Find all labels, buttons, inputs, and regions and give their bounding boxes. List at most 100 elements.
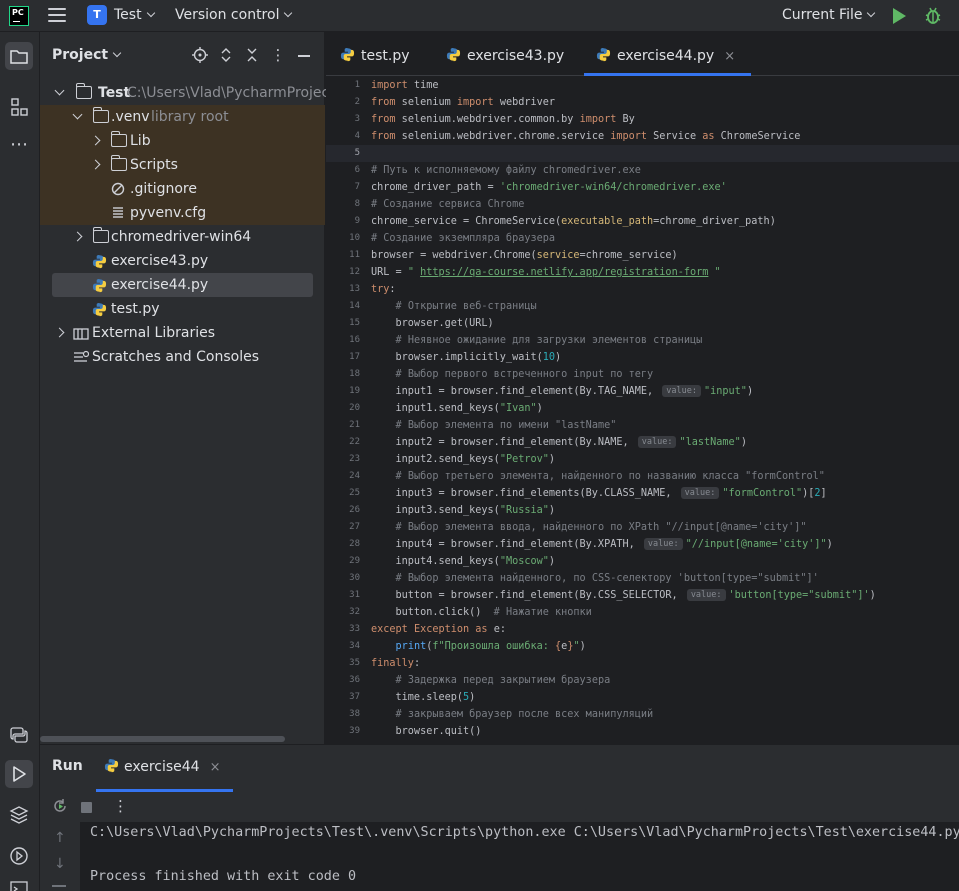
line-number: 30 xyxy=(349,573,360,583)
title-bar: PC T Test Version control Current File xyxy=(0,0,959,32)
library-icon xyxy=(73,328,89,340)
tree-item-label: chromedriver-win64 xyxy=(111,229,252,245)
left-tool-strip: ⋯ xyxy=(0,32,40,891)
chevron-down-icon[interactable] xyxy=(54,85,65,96)
code-line: input2.send_keys("Petrov") xyxy=(371,454,556,465)
run-config-selector[interactable]: Current File xyxy=(782,7,876,23)
line-number: 4 xyxy=(354,131,360,141)
close-icon[interactable]: × xyxy=(210,760,221,775)
project-horizontal-scrollbar[interactable] xyxy=(40,736,285,742)
tree-item-test-py[interactable]: test.py xyxy=(40,297,325,321)
tree-item-scripts[interactable]: Scripts xyxy=(40,153,325,177)
ignore-file-icon xyxy=(111,182,125,196)
line-number: 23 xyxy=(349,454,360,464)
line-number: 8 xyxy=(354,199,360,209)
console-line: C:\Users\Vlad\PycharmProjects\Test\.venv… xyxy=(90,825,959,840)
chevron-down-icon xyxy=(867,8,876,18)
tree-item-gitignore[interactable]: .gitignore xyxy=(40,177,325,201)
services-icon[interactable] xyxy=(8,845,30,867)
run-icon[interactable] xyxy=(893,8,906,24)
tree-item-pyvenv-cfg[interactable]: pyvenv.cfg xyxy=(40,201,325,225)
line-number: 7 xyxy=(354,182,360,192)
run-tab-exercise44[interactable]: exercise44 × xyxy=(96,758,232,792)
python-file-icon xyxy=(92,302,107,317)
line-number: 26 xyxy=(349,505,360,515)
main-menu-icon[interactable] xyxy=(48,8,66,24)
code-line: input4 = browser.find_element(By.XPATH, … xyxy=(371,538,833,550)
debug-icon[interactable] xyxy=(925,7,941,25)
rerun-icon[interactable] xyxy=(52,798,68,814)
tree-item-path: C:\Users\Vlad\PycharmProjects\ xyxy=(127,85,347,101)
line-number: 37 xyxy=(349,692,360,702)
code-line: chrome_service = ChromeService(executabl… xyxy=(371,216,776,227)
tab-label: exercise43.py xyxy=(467,48,565,64)
line-number: 9 xyxy=(354,216,360,226)
project-selector[interactable]: Test xyxy=(114,7,155,23)
chevron-right-icon[interactable] xyxy=(54,327,65,338)
tree-item-exercise43[interactable]: exercise43.py xyxy=(40,249,325,273)
python-file-icon xyxy=(596,47,611,62)
python-packages-icon[interactable] xyxy=(8,724,30,746)
expand-all-icon[interactable] xyxy=(218,47,234,63)
folder-icon xyxy=(75,83,92,99)
tab-exercise44[interactable]: exercise44.py × xyxy=(583,32,752,76)
tree-item-venv[interactable]: .venv library root xyxy=(40,105,325,129)
line-number: 35 xyxy=(349,658,360,668)
tree-item-label: External Libraries xyxy=(92,325,215,341)
line-number: 36 xyxy=(349,675,360,685)
chevron-right-icon[interactable] xyxy=(72,231,83,242)
chevron-down-icon[interactable] xyxy=(72,109,83,120)
code-line: browser.quit() xyxy=(371,726,482,737)
arrow-up-icon[interactable]: ↑ xyxy=(54,830,66,846)
line-number: 20 xyxy=(349,403,360,413)
run-tool-button[interactable] xyxy=(5,760,33,788)
project-panel-title[interactable]: Project xyxy=(52,47,122,63)
vcs-menu[interactable]: Version control xyxy=(175,7,293,23)
chevron-down-icon xyxy=(112,48,122,58)
line-number: 38 xyxy=(349,709,360,719)
chevron-right-icon[interactable] xyxy=(90,159,101,170)
line-number: 29 xyxy=(349,556,360,566)
code-line: # Путь к исполняемому файлу chromedriver… xyxy=(371,165,641,176)
code-line: # Выбор элемента по имени "lastName" xyxy=(395,420,617,431)
line-number: 10 xyxy=(349,233,360,243)
code-line: # Создание сервиса Chrome xyxy=(371,199,525,210)
options-icon[interactable]: ⋮ xyxy=(270,47,286,63)
layers-icon[interactable] xyxy=(8,804,30,826)
terminal-icon[interactable] xyxy=(8,878,30,891)
chevron-right-icon[interactable] xyxy=(90,135,101,146)
more-tools-icon[interactable]: ⋯ xyxy=(8,136,30,158)
line-number: 24 xyxy=(349,471,360,481)
code-line: input4.send_keys("Moscow") xyxy=(371,556,556,567)
code-editor[interactable]: 1 2 3 4 5 6 7 8 9 10 11 12 13 14 15 16 17 18 19 20 21 22 23 24 2… xyxy=(326,77,959,744)
code-line: # Неявное ожидание для загрузки элементо… xyxy=(395,335,703,346)
tree-item-exercise44[interactable]: exercise44.py xyxy=(52,273,313,297)
code-line: button = browser.find_element(By.CSS_SEL… xyxy=(371,589,876,601)
stop-icon[interactable] xyxy=(81,802,92,813)
soft-wrap-icon[interactable] xyxy=(52,885,66,887)
tree-item-external-libraries[interactable]: External Libraries xyxy=(40,321,325,345)
collapse-all-icon[interactable] xyxy=(244,47,260,63)
structure-icon[interactable] xyxy=(8,96,30,118)
arrow-down-icon[interactable]: ↓ xyxy=(54,856,66,872)
tree-item-chromedriver[interactable]: chromedriver-win64 xyxy=(40,225,325,249)
tab-test-py[interactable]: test.py xyxy=(340,32,410,76)
project-badge[interactable]: T xyxy=(87,5,107,25)
close-icon[interactable]: × xyxy=(724,49,735,64)
tree-item-label: Scratches and Consoles xyxy=(92,349,259,365)
tree-item-test-root[interactable]: Test C:\Users\Vlad\PycharmProjects\ xyxy=(40,81,347,105)
line-number: 18 xyxy=(349,369,360,379)
locate-icon[interactable] xyxy=(192,47,208,63)
tab-exercise43[interactable]: exercise43.py xyxy=(446,32,564,76)
console-output[interactable]: C:\Users\Vlad\PycharmProjects\Test\.venv… xyxy=(80,822,959,891)
line-number: 19 xyxy=(349,386,360,396)
options-icon[interactable]: ⋮ xyxy=(113,797,128,815)
hide-panel-icon[interactable] xyxy=(296,47,312,63)
tree-item-label: test.py xyxy=(111,301,160,317)
project-tool-button[interactable] xyxy=(5,42,33,70)
code-line: import time xyxy=(371,80,439,91)
tree-item-lib[interactable]: Lib xyxy=(40,129,325,153)
config-file-icon xyxy=(113,207,123,218)
tree-item-scratches[interactable]: Scratches and Consoles xyxy=(40,345,325,369)
